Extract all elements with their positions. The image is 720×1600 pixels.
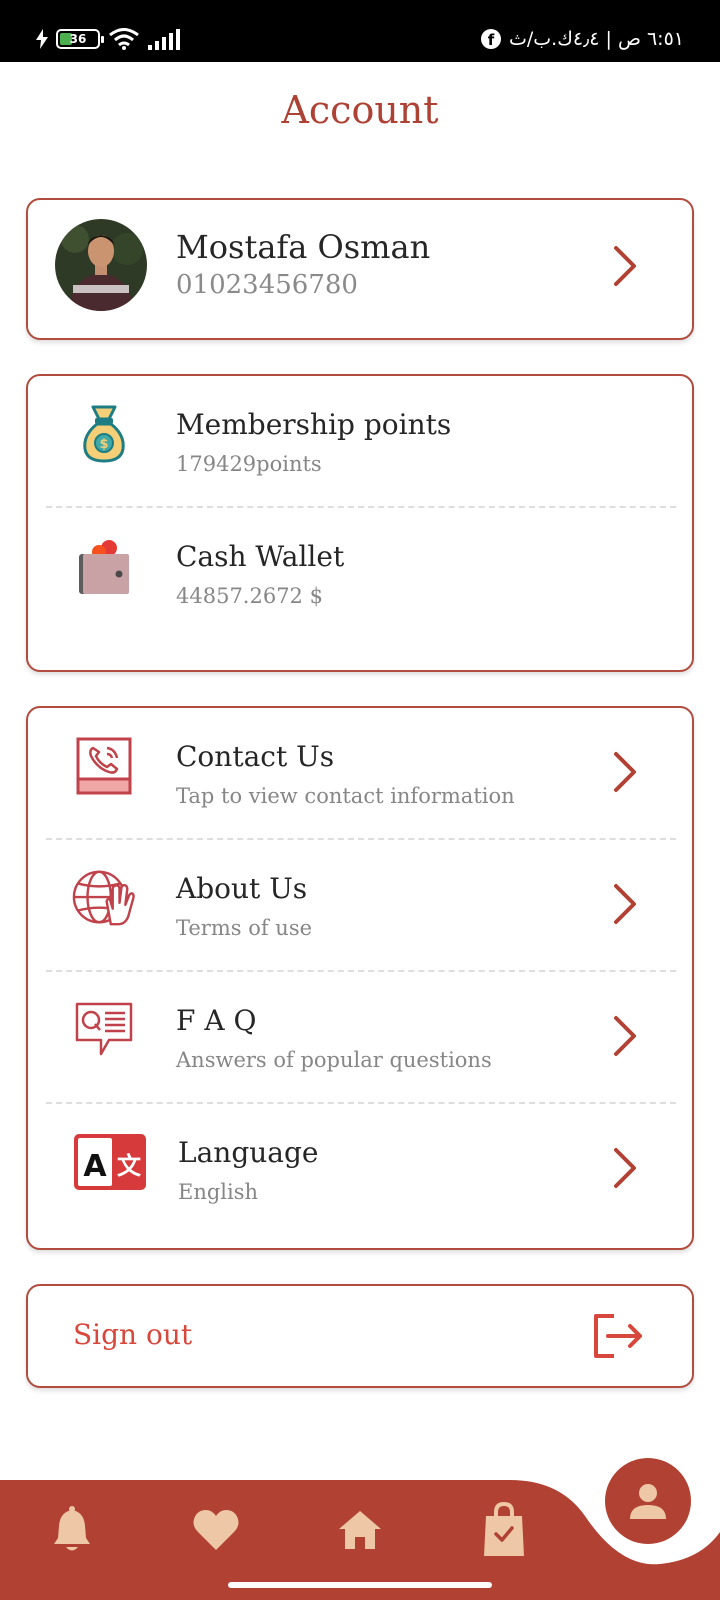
battery-level: 36	[69, 32, 87, 46]
page-title: Account	[281, 88, 439, 132]
membership-points-title: Membership points	[176, 408, 452, 441]
nav-orders[interactable]	[476, 1502, 532, 1558]
home-indicator	[228, 1582, 492, 1588]
home-icon	[339, 1511, 381, 1549]
chevron-right-icon	[614, 246, 636, 286]
about-us-subtitle: Terms of use	[176, 916, 313, 940]
about-us-title: About Us	[176, 872, 308, 905]
status-right: ٦:٥١ ص | ٤٫٤ك.ب/ث f	[481, 28, 684, 50]
avatar	[55, 219, 147, 311]
profile-name: Mostafa Osman	[176, 228, 431, 266]
svg-text:文: 文	[117, 1152, 142, 1180]
facebook-icon: f	[481, 29, 501, 49]
wallet-icon	[72, 534, 136, 598]
heart-icon	[193, 1510, 239, 1550]
nav-favorites[interactable]	[188, 1502, 244, 1558]
chevron-right-icon	[614, 1016, 636, 1056]
status-bar: 36 ٦:٥١ ص | ٤٫٤ك.ب/ث f	[0, 0, 720, 62]
menu-card: Contact Us Tap to view contact informati…	[26, 706, 694, 1250]
sign-out-button[interactable]: Sign out	[26, 1284, 694, 1388]
profile-card[interactable]: Mostafa Osman 01023456780	[26, 198, 694, 340]
wallet-card: $ Membership points 179429points Cash Wa…	[26, 374, 694, 672]
contact-us-subtitle: Tap to view contact information	[176, 784, 515, 808]
language-subtitle: English	[178, 1180, 259, 1204]
cash-wallet-value: 44857.2672 $	[176, 584, 323, 608]
faq-bubble-icon	[72, 998, 136, 1062]
svg-text:A: A	[83, 1149, 107, 1184]
status-left: 36	[36, 28, 182, 50]
membership-points-row: $ Membership points 179429points	[28, 376, 692, 508]
user-icon	[630, 1484, 666, 1519]
contact-us-title: Contact Us	[176, 740, 335, 773]
money-bag-icon: $	[72, 402, 136, 466]
bell-icon	[54, 1506, 90, 1551]
membership-points-value: 179429points	[176, 452, 322, 476]
faq-subtitle: Answers of popular questions	[176, 1048, 492, 1072]
menu-item-contact-us[interactable]: Contact Us Tap to view contact informati…	[28, 708, 692, 840]
nav-notifications[interactable]	[44, 1502, 100, 1558]
phone-contact-icon	[72, 734, 136, 798]
svg-text:$: $	[99, 437, 108, 452]
translate-icon: A 文	[72, 1130, 148, 1194]
chevron-right-icon	[614, 752, 636, 792]
profile-phone: 01023456780	[176, 270, 358, 300]
nav-account[interactable]	[605, 1458, 691, 1544]
status-time: ٦:٥١ ص | ٤٫٤ك.ب/ث	[509, 28, 684, 50]
shopping-bag-icon	[484, 1502, 524, 1556]
menu-item-faq[interactable]: F A Q Answers of popular questions	[28, 972, 692, 1104]
logout-icon	[594, 1314, 642, 1358]
signal-icon	[148, 29, 180, 50]
language-title: Language	[178, 1136, 319, 1169]
nav-home[interactable]	[332, 1502, 388, 1558]
menu-item-about-us[interactable]: About Us Terms of use	[28, 840, 692, 972]
charging-icon	[36, 29, 48, 49]
cash-wallet-row: Cash Wallet 44857.2672 $	[28, 508, 692, 640]
cash-wallet-title: Cash Wallet	[176, 540, 345, 573]
faq-title: F A Q	[176, 1004, 257, 1037]
chevron-right-icon	[614, 884, 636, 924]
globe-hand-icon	[72, 866, 136, 930]
chevron-right-icon	[614, 1148, 636, 1188]
menu-item-language[interactable]: A 文 Language English	[28, 1104, 692, 1236]
sign-out-label: Sign out	[73, 1318, 193, 1351]
battery-icon: 36	[56, 29, 104, 49]
wifi-icon	[109, 28, 139, 50]
